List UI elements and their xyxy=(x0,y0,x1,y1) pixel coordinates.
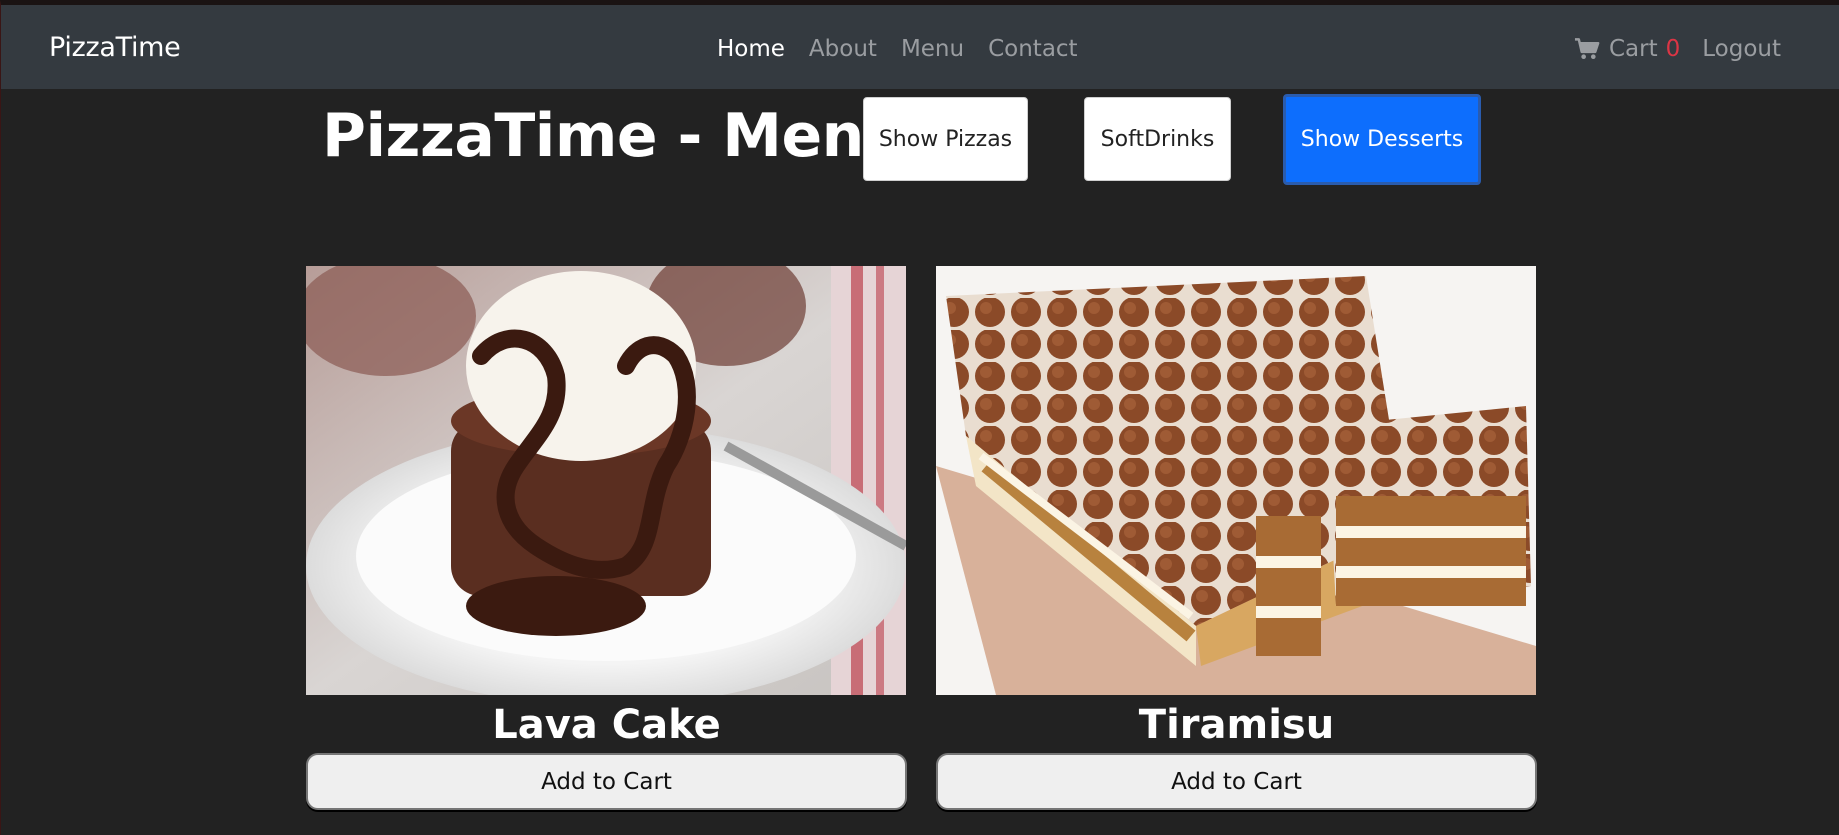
nav-link-about[interactable]: About xyxy=(809,36,877,62)
show-pizzas-button[interactable]: Show Pizzas xyxy=(863,97,1028,181)
logout-link[interactable]: Logout xyxy=(1702,36,1781,62)
cart-count-badge: 0 xyxy=(1665,36,1681,62)
cart-label: Cart xyxy=(1608,36,1658,62)
nav-right: Cart 0 Logout xyxy=(1574,36,1781,62)
navbar: PizzaTime Home About Menu Contact Cart 0… xyxy=(1,5,1839,89)
page-title: PizzaTime - Menu xyxy=(322,101,907,171)
product-card: Lava Cake Add to Cart xyxy=(306,266,907,810)
product-name: Lava Cake xyxy=(492,702,721,748)
add-to-cart-button[interactable]: Add to Cart xyxy=(306,753,907,810)
nav-links: Home About Menu Contact xyxy=(717,36,1078,62)
product-card: Tiramisu Add to Cart xyxy=(936,266,1537,810)
show-desserts-button[interactable]: Show Desserts xyxy=(1283,94,1481,185)
show-softdrinks-button[interactable]: SoftDrinks xyxy=(1084,97,1231,181)
product-name: Tiramisu xyxy=(1138,702,1335,748)
shopping-cart-icon xyxy=(1574,38,1600,60)
nav-link-home[interactable]: Home xyxy=(717,36,785,62)
tiramisu-image xyxy=(936,266,1536,695)
lava-cake-image xyxy=(306,266,906,695)
cart-link[interactable]: Cart 0 xyxy=(1574,36,1680,62)
nav-link-contact[interactable]: Contact xyxy=(988,36,1077,62)
brand-logo[interactable]: PizzaTime xyxy=(49,32,181,63)
nav-link-menu[interactable]: Menu xyxy=(901,36,964,62)
app-window: PizzaTime Home About Menu Contact Cart 0… xyxy=(0,0,1839,835)
add-to-cart-button[interactable]: Add to Cart xyxy=(936,753,1537,810)
